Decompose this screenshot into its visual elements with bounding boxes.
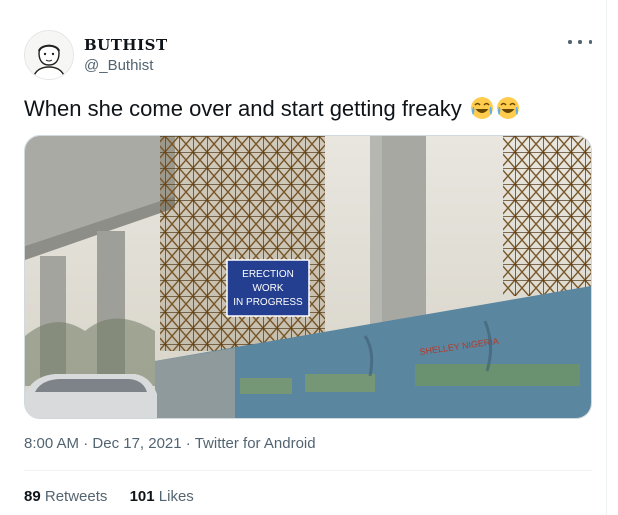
tweet-date[interactable]: Dec 17, 2021 [92, 435, 181, 452]
divider [24, 470, 592, 471]
tweet-text: When she come over and start getting fre… [24, 96, 462, 121]
meta-separator: · [185, 435, 191, 452]
sign-line-2: WORK [252, 283, 283, 294]
retweets-stat[interactable]: 89 Retweets [24, 488, 107, 505]
tweet-time[interactable]: 8:00 AM [24, 435, 79, 452]
sign-line-3: IN PROGRESS [233, 297, 303, 308]
tweet-text-line: When she come over and start getting fre… [24, 95, 520, 123]
tweet-meta: 8:00 AM · Dec 17, 2021 · Twitter for And… [24, 435, 316, 452]
laughing-emoji-icon [496, 97, 519, 119]
tweet-source[interactable]: Twitter for Android [195, 435, 316, 452]
laughing-emoji-icon [470, 97, 493, 119]
author-handle[interactable]: @_Buthist [84, 57, 153, 74]
avatar[interactable] [24, 30, 74, 80]
more-options-icon[interactable] [568, 32, 592, 52]
retweets-count: 89 [24, 488, 41, 505]
meta-separator: · [83, 435, 89, 452]
likes-label: Likes [158, 488, 194, 505]
author-name[interactable]: BUTHIST [84, 36, 168, 54]
sign-line-1: ERECTION [242, 269, 294, 280]
tweet-card: BUTHIST @_Buthist When she come over and… [0, 0, 607, 515]
retweets-label: Retweets [44, 488, 108, 505]
tweet-media-photo[interactable]: ERECTION WORK IN PROGRESS SHELLEY NIGERI… [24, 135, 592, 419]
tweet-stats: 89 Retweets 101 Likes [24, 488, 212, 505]
avatar-sketch-icon [25, 31, 73, 79]
likes-stat[interactable]: 101 Likes [130, 488, 194, 505]
likes-count: 101 [129, 488, 155, 505]
construction-site-photo: ERECTION WORK IN PROGRESS SHELLEY NIGERI… [25, 136, 591, 418]
